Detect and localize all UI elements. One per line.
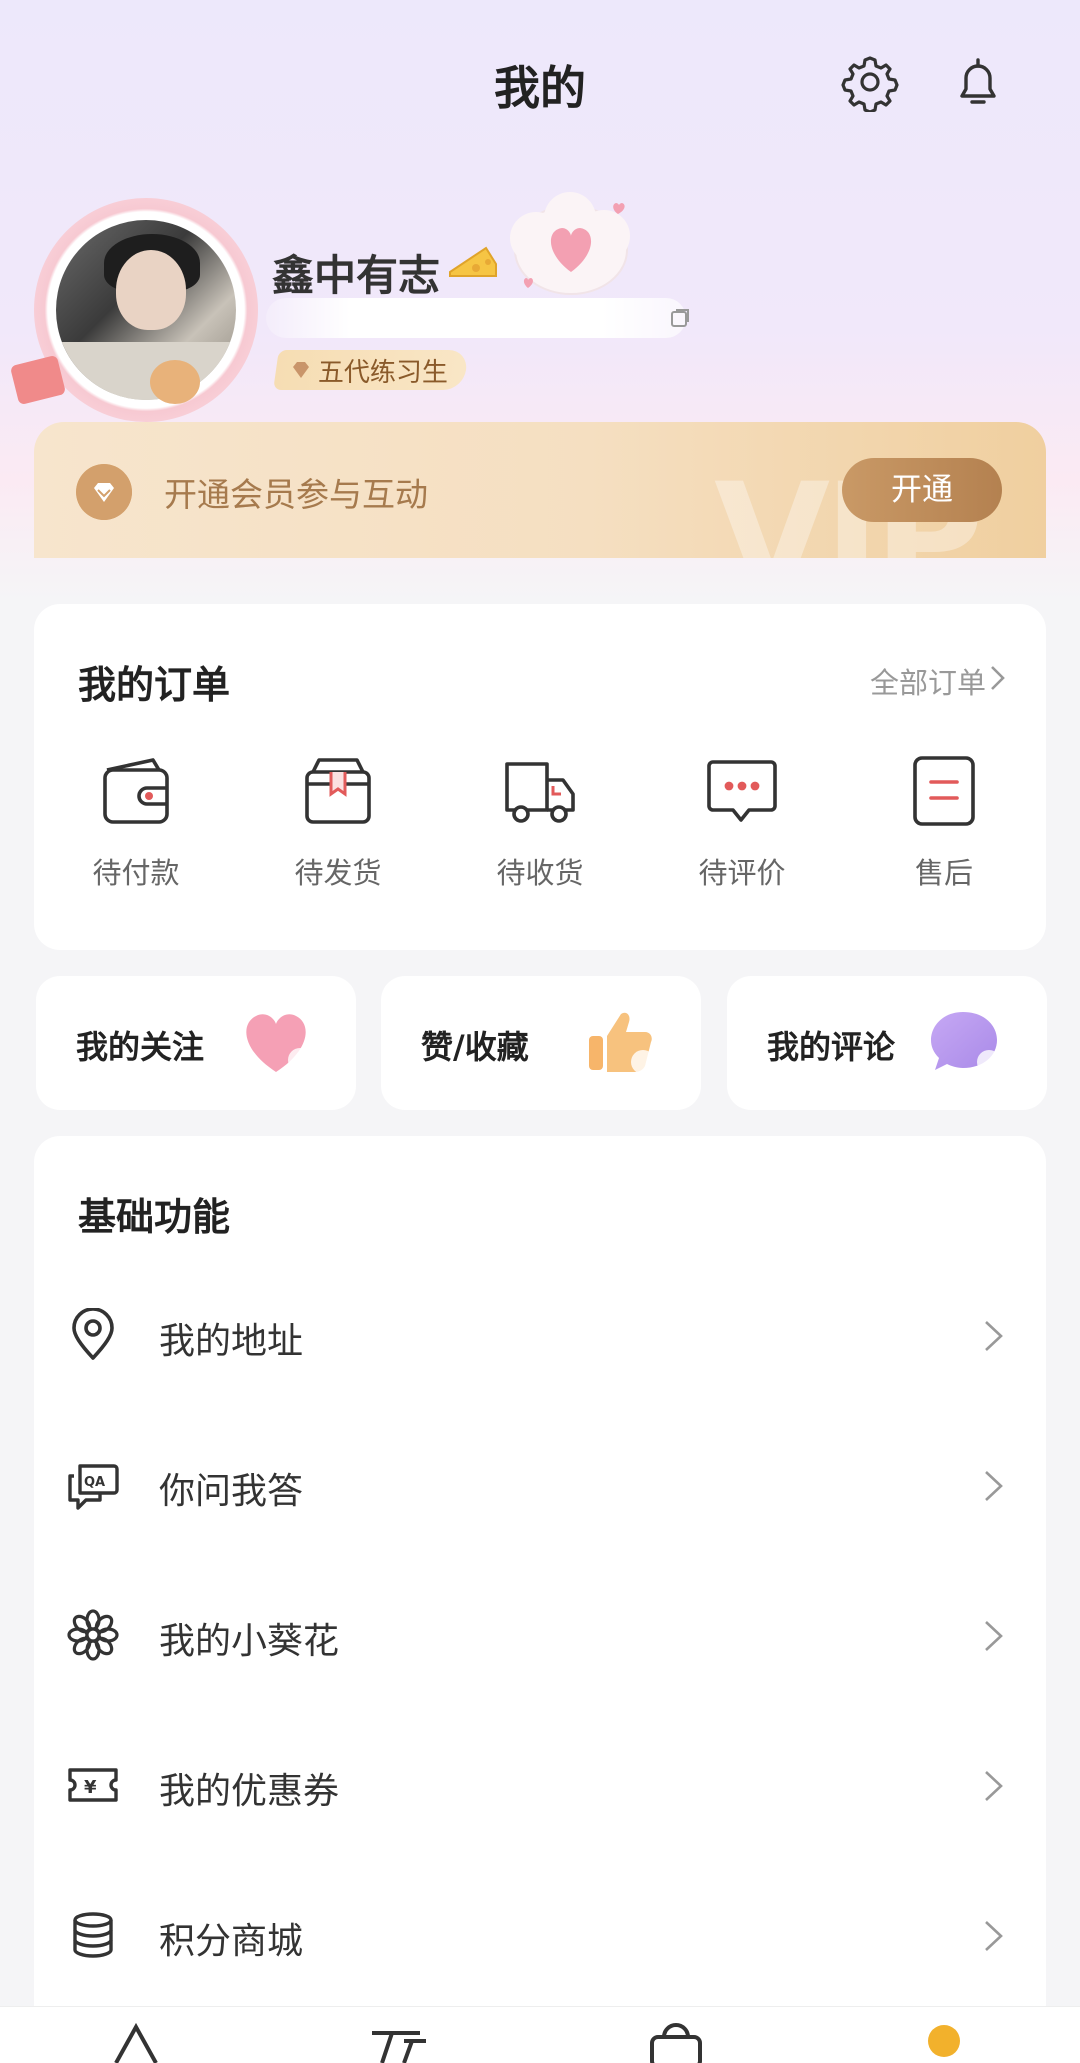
chevron-right-icon xyxy=(985,1471,1003,1501)
menu-item-points-mall[interactable]: 积分商城 xyxy=(34,1880,1046,1990)
thumbs-up-icon xyxy=(589,1012,655,1074)
order-label: 售后 xyxy=(914,856,973,890)
menu-item-label: 我的优惠券 xyxy=(159,1771,340,1812)
header: 我的 xyxy=(0,0,1080,170)
chat-bubble-icon xyxy=(931,1012,1001,1074)
menu-item-address[interactable]: 我的地址 xyxy=(34,1280,1046,1390)
orders-title: 我的订单 xyxy=(78,663,231,707)
chevron-right-icon[interactable] xyxy=(988,664,1008,692)
orders-card: 我的订单 全部订单 待付款 待发货 待收货 待评价 售后 xyxy=(34,604,1046,950)
order-label: 待评价 xyxy=(698,856,786,890)
cloud-heart-icon xyxy=(510,192,630,295)
menu-item-label: 你问我答 xyxy=(159,1471,304,1512)
menu-item-qa[interactable]: QA 你问我答 xyxy=(34,1430,1046,1540)
menu-item-label: 我的小葵花 xyxy=(159,1621,340,1662)
svg-text:QA: QA xyxy=(84,1475,105,1490)
gear-icon[interactable] xyxy=(840,52,900,112)
bottom-tab-bar xyxy=(0,2006,1080,2063)
all-orders-link[interactable]: 全部订单 xyxy=(870,660,986,702)
location-pin-icon xyxy=(72,1308,114,1360)
heart-icon xyxy=(246,1014,312,1072)
package-icon xyxy=(305,758,371,824)
chevron-right-icon xyxy=(985,1771,1003,1801)
menu-item-sunflower[interactable]: 我的小葵花 xyxy=(34,1580,1046,1690)
cat-sticker-icon xyxy=(150,360,200,404)
vip-banner[interactable]: VIP 开通会员参与互动 开通 xyxy=(34,422,1046,558)
tab-home-icon[interactable] xyxy=(96,2019,176,2063)
chevron-right-icon xyxy=(985,1321,1003,1351)
menu-item-coupons[interactable]: ¥ 我的优惠券 xyxy=(34,1730,1046,1840)
coupon-icon: ¥ xyxy=(68,1768,118,1802)
level-label: 五代练习生 xyxy=(318,357,449,388)
cheese-icon xyxy=(449,246,497,277)
quick-likes-favorites[interactable]: 赞/收藏 xyxy=(381,976,701,1110)
vip-promo-text: 开通会员参与互动 xyxy=(164,475,428,514)
order-after-sale[interactable]: 售后 xyxy=(844,754,1044,894)
qa-icon: QA xyxy=(68,1464,119,1510)
profile-section: 鑫中有志 五代练习生 xyxy=(0,190,1080,430)
flower-icon xyxy=(67,1609,119,1661)
coins-stack-icon xyxy=(73,1912,113,1958)
user-id-redacted xyxy=(266,298,686,338)
vip-diamond-icon xyxy=(76,464,132,520)
quick-label: 我的评论 xyxy=(767,1028,896,1066)
order-label: 待付款 xyxy=(92,856,180,890)
order-label: 待收货 xyxy=(496,856,584,890)
user-name: 鑫中有志 xyxy=(272,251,441,300)
order-pending-payment[interactable]: 待付款 xyxy=(36,754,236,894)
menu-item-label: 我的地址 xyxy=(159,1321,304,1362)
order-label: 待发货 xyxy=(294,856,382,890)
svg-text:¥: ¥ xyxy=(84,1777,97,1798)
copy-icon[interactable] xyxy=(668,306,692,330)
menu-item-label: 积分商城 xyxy=(159,1921,304,1962)
wallet-icon xyxy=(103,758,169,824)
chevron-right-icon xyxy=(985,1921,1003,1951)
chevron-right-icon xyxy=(985,1621,1003,1651)
tab-shop-icon[interactable] xyxy=(636,2019,716,2063)
order-pending-shipment[interactable]: 待发货 xyxy=(238,754,438,894)
order-pending-receipt[interactable]: 待收货 xyxy=(440,754,640,894)
after-sale-icon xyxy=(913,756,975,826)
quick-my-comments[interactable]: 我的评论 xyxy=(727,976,1047,1110)
comment-icon xyxy=(707,760,777,822)
vip-open-button[interactable]: 开通 xyxy=(842,458,1002,522)
tab-logo-icon[interactable] xyxy=(360,2019,440,2063)
quick-label: 我的关注 xyxy=(76,1028,205,1066)
avatar[interactable] xyxy=(56,220,236,400)
truck-icon xyxy=(505,762,575,823)
basic-functions-card: 基础功能 我的地址 QA 你问我答 我的小葵花 ¥ 我的优惠券 积分商城 xyxy=(34,1136,1046,2036)
quick-following[interactable]: 我的关注 xyxy=(36,976,356,1110)
bell-icon[interactable] xyxy=(948,52,1008,112)
avatar-frame[interactable] xyxy=(34,198,258,422)
level-badge: 五代练习生 xyxy=(273,350,469,390)
diamond-icon xyxy=(293,362,309,378)
quick-label: 赞/收藏 xyxy=(421,1028,529,1066)
order-pending-review[interactable]: 待评价 xyxy=(642,754,842,894)
basic-functions-title: 基础功能 xyxy=(78,1195,231,1239)
page-title: 我的 xyxy=(494,61,586,115)
tab-profile-icon[interactable] xyxy=(904,2019,984,2063)
